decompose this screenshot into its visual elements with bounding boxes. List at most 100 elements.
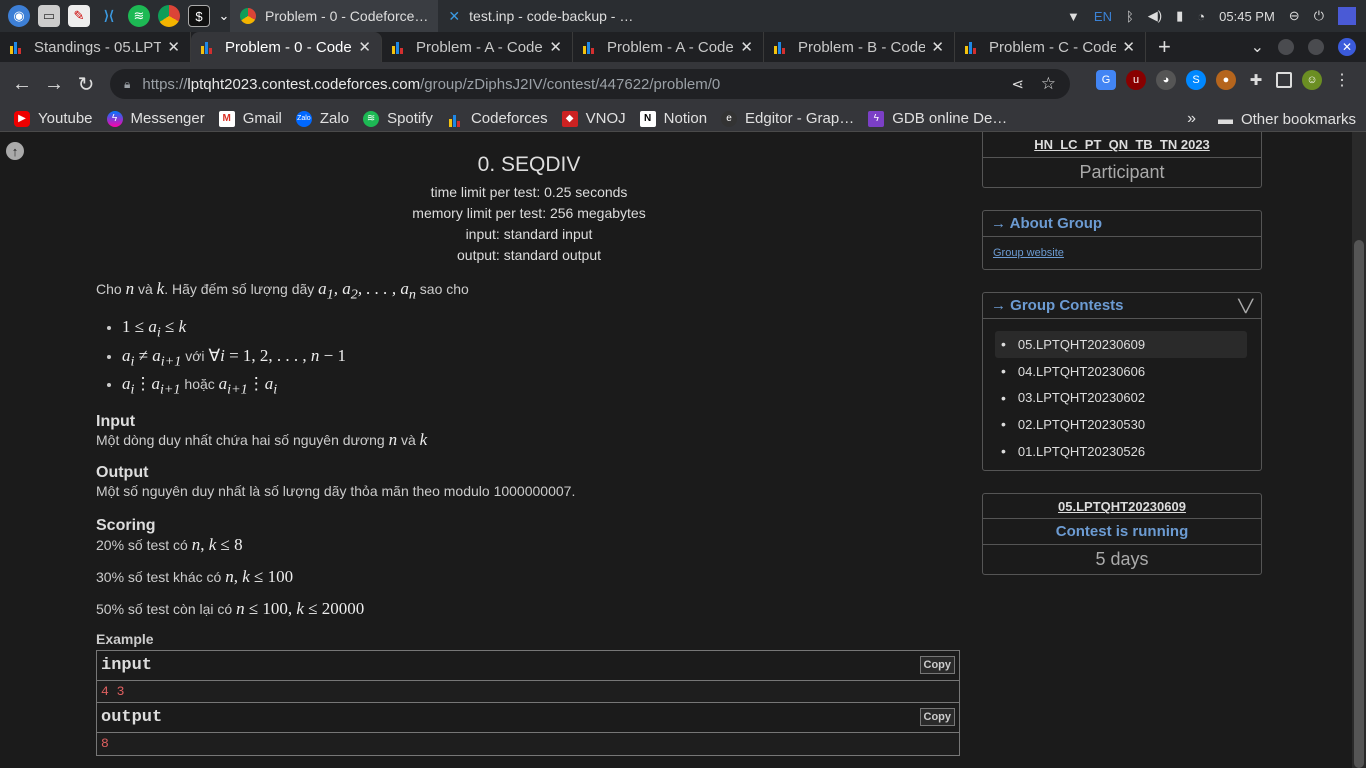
bookmark-codeforces[interactable]: Codeforces xyxy=(447,110,548,127)
more-bookmarks-chevron-icon[interactable]: » xyxy=(1187,106,1196,132)
clock[interactable]: 05:45 PM xyxy=(1219,9,1275,24)
chevron-down-icon[interactable]: ⌄ xyxy=(218,5,230,27)
tab-problem-a-2[interactable]: Problem - A - Codeforces ✕ xyxy=(573,32,764,62)
bookmark-spotify[interactable]: ≋ Spotify xyxy=(363,110,433,127)
incognito-extension-icon[interactable]: ◕ xyxy=(1156,70,1176,90)
chrome-icon[interactable] xyxy=(158,5,180,27)
vscode-icon[interactable]: ⟩⟨ xyxy=(98,5,120,27)
puzzle-extensions-icon[interactable]: ✚ xyxy=(1246,70,1266,90)
minimize-all-icon[interactable]: ⊖ xyxy=(1289,8,1300,24)
ublock-extension-icon[interactable]: u xyxy=(1126,70,1146,90)
tab-search-icon[interactable]: ⌄ xyxy=(1251,37,1264,57)
share-icon[interactable]: ⋖ xyxy=(1011,75,1024,93)
participant-role: Participant xyxy=(1079,162,1165,182)
time-limit: time limit per test: 0.25 seconds xyxy=(430,184,628,200)
group-website-link[interactable]: Group website xyxy=(983,237,1261,269)
wifi-icon[interactable]: ▼ xyxy=(1067,9,1080,24)
close-window-button[interactable]: ✕ xyxy=(1338,38,1356,56)
tab-problem-0[interactable]: Problem - 0 - Codeforces ✕ xyxy=(191,32,382,62)
contest-item[interactable]: 04.LPTQHT20230606 xyxy=(995,358,1247,385)
notification-icon[interactable]: ◔ xyxy=(1197,9,1205,24)
close-icon[interactable]: ✕ xyxy=(358,38,371,56)
bookmark-vnoj[interactable]: ◆ VNOJ xyxy=(561,110,626,127)
bookmark-edgitor[interactable]: e Edgitor - Grap… xyxy=(721,110,854,127)
bookmark-label: GDB online De… xyxy=(892,110,1008,127)
shazam-extension-icon[interactable]: S xyxy=(1186,70,1206,90)
volume-icon[interactable]: ◀) xyxy=(1148,8,1162,24)
extensions-bar: G u ◕ S ● ✚ ☺ ⋮ xyxy=(1096,70,1352,90)
codeforces-favicon-icon xyxy=(392,40,406,54)
battery-icon[interactable]: ▮ xyxy=(1176,8,1183,24)
cookie-extension-icon[interactable]: ● xyxy=(1216,70,1236,90)
bookmark-notion[interactable]: N Notion xyxy=(639,110,707,127)
contest-item[interactable]: 03.LPTQHT20230602 xyxy=(995,384,1247,411)
scrollbar-thumb[interactable] xyxy=(1354,240,1364,768)
sidepanel-icon[interactable] xyxy=(1276,72,1292,88)
language-indicator[interactable]: EN xyxy=(1094,9,1112,24)
output-text: Một số nguyên duy nhất là số lượng dãy t… xyxy=(96,482,576,499)
example-input-label: input xyxy=(101,655,153,675)
close-icon[interactable]: ✕ xyxy=(167,38,180,56)
copy-output-button[interactable]: Copy xyxy=(919,708,955,727)
bookmark-other[interactable]: ▬ Other bookmarks xyxy=(1218,106,1356,132)
profile-avatar[interactable]: ☺ xyxy=(1302,70,1322,90)
tab-problem-c[interactable]: Problem - C - Codeforces ✕ xyxy=(955,32,1146,62)
taskbar-window-chrome[interactable]: Problem - 0 - Codeforce… xyxy=(230,0,439,32)
contest-item[interactable]: 05.LPTQHT20230609 xyxy=(995,331,1247,358)
youtube-icon: ▶ xyxy=(14,110,30,127)
bookmark-zalo[interactable]: Zalo Zalo xyxy=(295,110,350,127)
tab-problem-a[interactable]: Problem - A - Codeforces ✕ xyxy=(382,32,573,62)
tab-standings[interactable]: Standings - 05.LPTQHT20230609 ✕ xyxy=(0,32,191,62)
bluetooth-icon[interactable]: ᛒ xyxy=(1126,9,1134,24)
files-icon[interactable]: ▭ xyxy=(38,5,60,27)
scroll-up-icon[interactable]: ↑ xyxy=(6,142,24,160)
contest-item[interactable]: 02.LPTQHT20230530 xyxy=(995,411,1247,438)
codeforces-favicon-icon xyxy=(201,40,215,54)
bookmark-label: Messenger xyxy=(130,110,205,127)
memory-limit: memory limit per test: 256 megabytes xyxy=(412,205,646,221)
close-icon[interactable]: ✕ xyxy=(931,38,944,56)
bookmark-gdb[interactable]: ϟ GDB online De… xyxy=(868,110,1007,127)
participant-box: HN_LC_PT_QN_TB_TN 2023 Participant xyxy=(982,132,1262,188)
score-text: 20% số test có xyxy=(96,536,188,553)
os-menu-icon[interactable]: ◉ xyxy=(8,5,30,27)
problem-statement: 0. SEQDIV time limit per test: 0.25 seco… xyxy=(96,132,962,756)
translate-extension-icon[interactable]: G xyxy=(1096,70,1116,90)
chevron-down-icon[interactable]: ╲╱ xyxy=(1239,299,1253,313)
bookmark-star-icon[interactable]: ☆ xyxy=(1041,74,1056,94)
pdf-icon[interactable]: ✎ xyxy=(68,5,90,27)
minimize-button[interactable] xyxy=(1278,39,1294,55)
forward-button[interactable]: → xyxy=(38,73,70,96)
contest-item[interactable]: 01.LPTQHT20230526 xyxy=(995,438,1247,465)
new-tab-button[interactable]: + xyxy=(1158,34,1171,60)
bookmark-label: Zalo xyxy=(319,110,350,127)
copy-input-button[interactable]: Copy xyxy=(919,656,955,675)
reload-button[interactable]: ↻ xyxy=(70,72,102,97)
current-contest-link[interactable]: 05.LPTQHT20230609 xyxy=(983,494,1261,518)
bookmark-youtube[interactable]: ▶ Youtube xyxy=(14,110,93,127)
close-icon[interactable]: ✕ xyxy=(549,38,562,56)
team-name-link[interactable]: HN_LC_PT_QN_TB_TN 2023 xyxy=(983,132,1261,158)
condition-word: hoặc xyxy=(184,376,215,393)
back-button[interactable]: ← xyxy=(6,73,38,96)
condition-word: với xyxy=(185,347,205,364)
maximize-button[interactable] xyxy=(1308,39,1324,55)
taskbar-window-vscode[interactable]: ✕ test.inp - code-backup - … xyxy=(438,0,643,32)
bookmark-gmail[interactable]: M Gmail xyxy=(218,110,282,127)
page-scrollbar[interactable] xyxy=(1352,132,1366,768)
terminal-icon[interactable]: $ xyxy=(188,5,210,27)
spotify-icon[interactable]: ≋ xyxy=(128,5,150,27)
close-icon[interactable]: ✕ xyxy=(1122,38,1135,56)
menu-kebab-icon[interactable]: ⋮ xyxy=(1332,70,1352,90)
bookmark-label: VNOJ xyxy=(585,110,626,127)
tab-problem-b[interactable]: Problem - B - Codeforces ✕ xyxy=(764,32,955,62)
page-content: ↑ 0. SEQDIV time limit per test: 0.25 se… xyxy=(0,132,1366,768)
bookmark-messenger[interactable]: ϟ Messenger xyxy=(106,110,205,127)
close-icon[interactable]: ✕ xyxy=(740,38,753,56)
workspace-icon[interactable] xyxy=(1338,7,1356,25)
output-heading: Output xyxy=(96,463,149,481)
power-icon[interactable]: ⏻ xyxy=(1314,8,1324,24)
score-line: 50% số test còn lại có n ≤ 100, k ≤ 2000… xyxy=(96,598,365,618)
codeforces-icon xyxy=(447,111,463,127)
url-bar[interactable]: 🔒︎ https://lptqht2023.contest.codeforces… xyxy=(110,69,1070,99)
